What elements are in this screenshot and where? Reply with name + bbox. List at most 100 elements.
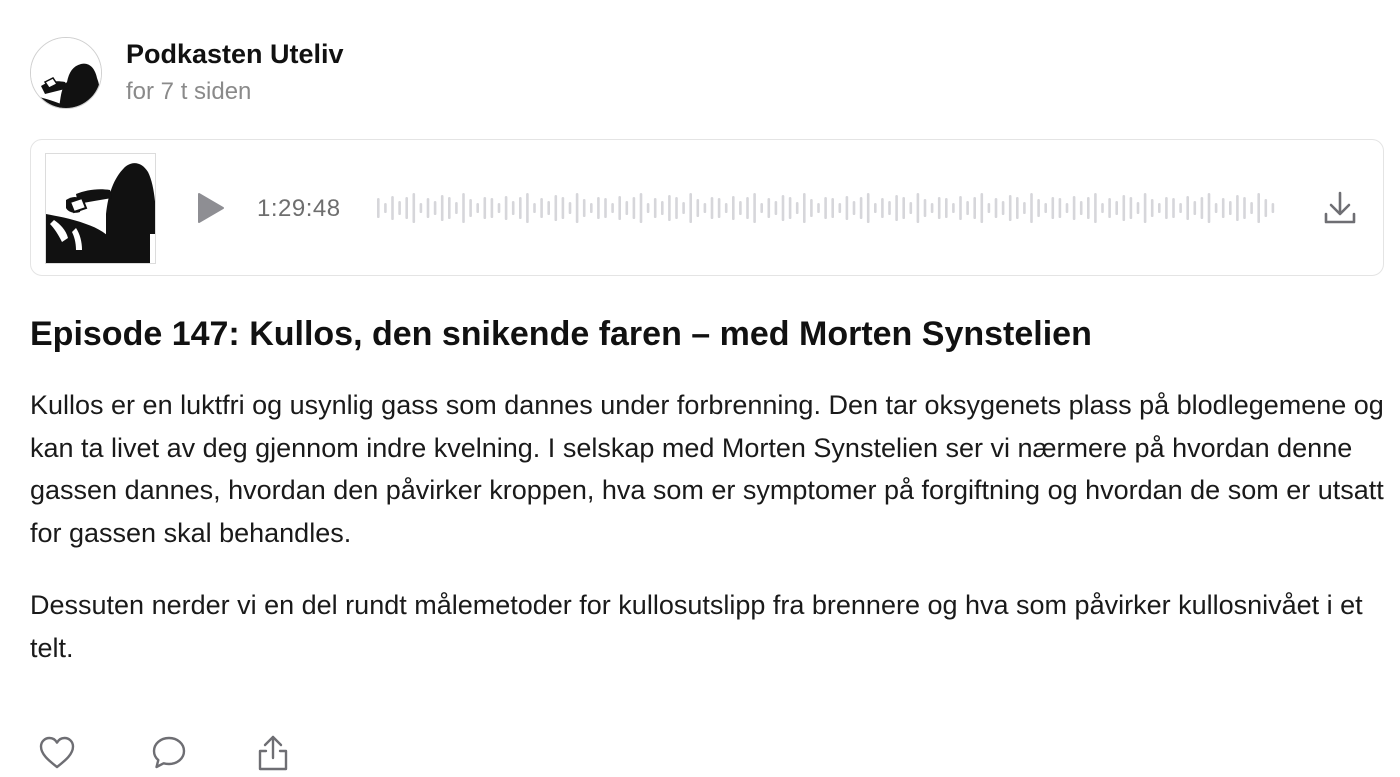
waveform-bar [1150,199,1154,217]
waveform-bar [710,197,714,219]
waveform-bar [469,199,472,217]
waveform-bar [582,199,586,217]
waveform-bar [994,198,998,218]
waveform-bar [440,195,444,221]
waveform-bar [646,203,650,213]
waveform-bar [732,196,735,220]
waveform-bar [753,193,756,223]
waveform-bar [533,203,536,213]
waveform-bar [1221,198,1225,218]
download-button[interactable] [1323,190,1357,226]
waveform-bar [1193,201,1197,215]
waveform-bar [377,198,380,218]
waveform-bar [881,198,884,218]
waveform-bar [838,203,842,213]
waveform-bar [987,203,991,213]
waveform-bar [817,203,820,213]
waveform-bar [824,197,827,219]
author-avatar[interactable] [30,37,102,109]
waveform-bar [653,198,657,218]
waveform-bar [1243,197,1246,219]
waveform-bar [433,201,437,215]
waveform-bar [384,203,387,213]
waveform-bar [895,195,898,221]
waveform-bar [1264,199,1268,217]
waveform-bar [803,193,806,223]
waveform-bar [959,196,962,220]
waveform-bar [1229,201,1232,215]
waveform-bar [888,201,891,215]
waveform-bar [909,202,913,214]
waveform-bar [1158,203,1161,213]
waveform-bar [703,203,707,213]
author-name[interactable]: Podkasten Uteliv [126,37,344,71]
waveform-bar [1094,193,1097,223]
audio-player: 1:29:48 [30,139,1384,276]
waveform-bar [717,198,721,218]
waveform-bar [831,198,834,218]
waveform-bar [554,195,558,221]
waveform-bar [590,203,593,213]
waveform-bar [1108,198,1111,218]
waveform-bar [405,197,408,219]
waveform-bar [419,203,423,213]
waveform-bar [1001,201,1005,215]
waveform-bar [1044,203,1047,213]
waveform-bar [1172,198,1175,218]
waveform-bar [1008,195,1012,221]
share-button[interactable] [254,734,292,772]
waveform-bar [661,201,664,215]
waveform-bar [724,203,728,213]
waveform-bar [490,198,494,218]
play-button[interactable] [193,191,227,225]
waveform-bar [682,202,685,214]
waveform-bar [1016,197,1019,219]
waveform-bar [1030,193,1033,223]
waveform-bar [455,202,458,214]
waveform-bar [504,196,508,220]
waveform-bar [1214,203,1218,213]
waveform-bar [973,197,976,219]
waveform-bar [767,198,771,218]
description-paragraph-1: Kullos er en luktfri og usynlig gass som… [30,390,1384,548]
comment-button[interactable] [150,734,188,772]
waveform-bar [966,201,969,215]
waveform-bar [511,201,515,215]
episode-title: Episode 147: Kullos, den snikende faren … [30,315,1092,353]
waveform-bar [604,198,607,218]
waveform-bar [845,196,849,220]
waveform-bar [526,193,529,223]
waveform-bar [1122,195,1126,221]
waveform-bar [1058,198,1062,218]
podcast-cover-art [46,154,155,263]
heart-icon [39,736,75,769]
waveform-bar [426,198,430,218]
waveform-bar [859,197,863,219]
waveform-bar [760,203,763,213]
play-icon [198,193,224,223]
like-button[interactable] [38,734,76,772]
waveform-bar [1179,203,1182,213]
waveform-bar [980,193,984,223]
waveform-bar [632,197,636,219]
waveform-bar [696,199,700,217]
waveform-bar [1165,197,1168,219]
waveform-bar [568,202,572,214]
waveform-bar [746,197,749,219]
waveform-bar [1207,193,1211,223]
waveform-scrubber[interactable] [377,190,1283,226]
waveform-bar [902,197,905,219]
waveform-bar [1200,197,1204,219]
waveform-bar [689,193,692,223]
waveform-bar [1271,203,1275,213]
waveform-bar [916,193,920,223]
waveform-bar [774,201,778,215]
description-paragraph-2: Dessuten nerder vi en del rundt målemeto… [30,590,1363,663]
waveform-bar [1115,201,1118,215]
waveform-bar [618,196,621,220]
download-icon [1324,191,1356,224]
waveform-bar [547,201,550,215]
waveform-bar [497,203,501,213]
waveform-bar [739,201,742,215]
waveform-bar [561,197,565,219]
